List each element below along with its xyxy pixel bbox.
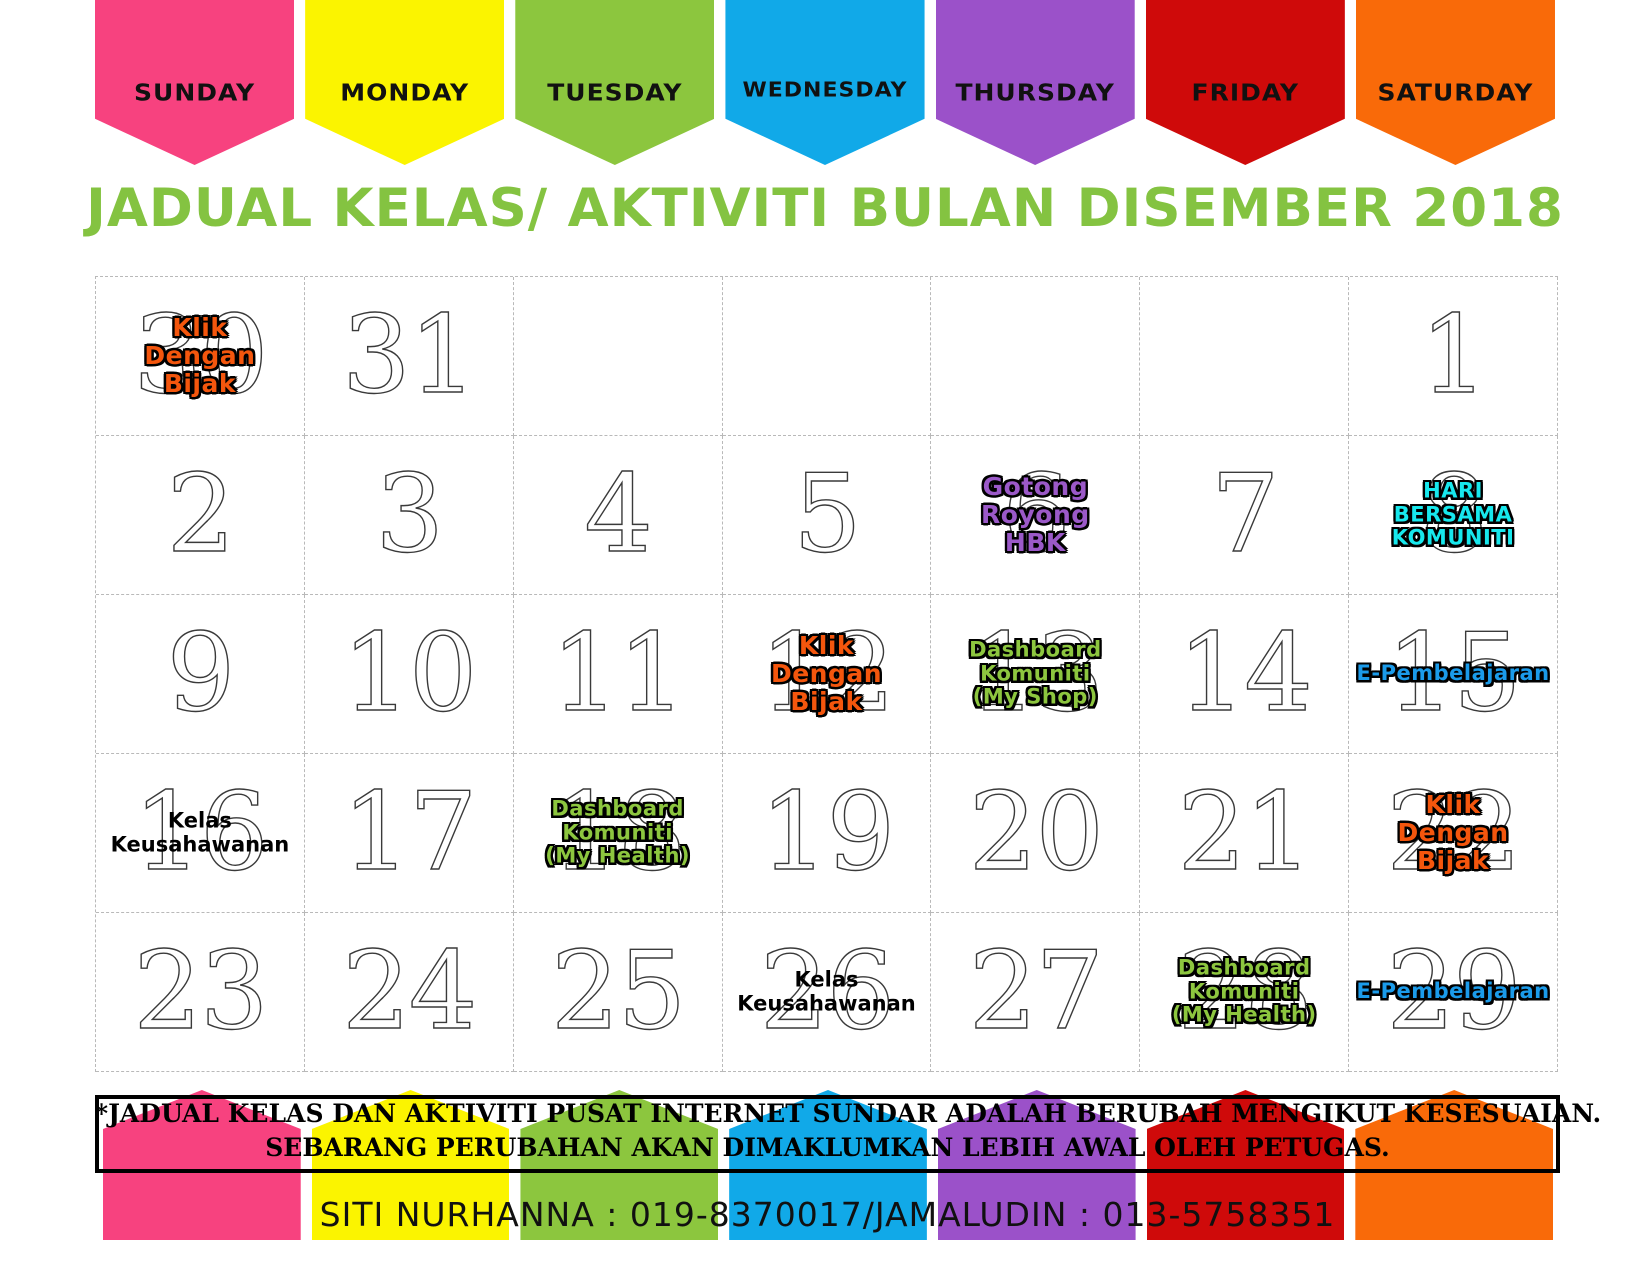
calendar-day-cell[interactable]: 7 bbox=[1140, 436, 1350, 595]
calendar-day-cell[interactable]: 30 Klik Dengan Bijak bbox=[96, 277, 305, 436]
day-number: 16 bbox=[133, 770, 270, 895]
day-number: 9 bbox=[166, 611, 236, 736]
weekday-banner-wednesday: WEDNESDAY bbox=[725, 0, 925, 165]
calendar-day-cell[interactable]: 27 bbox=[931, 913, 1141, 1072]
weekday-label: WEDNESDAY bbox=[742, 79, 908, 102]
day-number: 25 bbox=[550, 929, 687, 1054]
calendar-day-cell[interactable]: 11 bbox=[513, 595, 723, 754]
day-number: 19 bbox=[759, 770, 896, 895]
calendar-day-cell[interactable]: 9 bbox=[96, 595, 305, 754]
calendar-day-cell[interactable]: 26 Kelas Keusahawanan bbox=[722, 913, 932, 1072]
weekday-banner-friday: FRIDAY bbox=[1145, 0, 1345, 165]
day-number: 12 bbox=[759, 611, 896, 736]
calendar-day-cell[interactable]: 1 bbox=[1349, 277, 1558, 436]
calendar-day-cell[interactable]: 6 Gotong Royong HBK bbox=[931, 436, 1141, 595]
day-number: 4 bbox=[584, 452, 654, 577]
calendar-day-cell[interactable]: 28 Dashboard Komuniti (My Health) bbox=[1140, 913, 1350, 1072]
day-number: 6 bbox=[1001, 452, 1071, 577]
footer-note-line-1: *JADUAL KELAS DAN AKTIVITI PUSAT INTERNE… bbox=[95, 1099, 1602, 1128]
day-number: 5 bbox=[792, 452, 862, 577]
day-number: 10 bbox=[341, 611, 478, 736]
footer-note-line-2: SEBARANG PERUBAHAN AKAN DIMAKLUMKAN LEBI… bbox=[265, 1133, 1390, 1162]
weekday-banner-thursday: THURSDAY bbox=[935, 0, 1135, 165]
day-number: 24 bbox=[341, 929, 478, 1054]
weekday-banner-sunday: SUNDAY bbox=[95, 0, 295, 165]
calendar-day-cell[interactable]: 29 E-Pembelajaran bbox=[1349, 913, 1558, 1072]
calendar-day-cell[interactable]: 22 Klik Dengan Bijak bbox=[1349, 754, 1558, 913]
day-number: 23 bbox=[133, 929, 270, 1054]
day-number: 7 bbox=[1210, 452, 1280, 577]
calendar-empty-cell[interactable] bbox=[931, 277, 1141, 436]
weekday-label: FRIDAY bbox=[1191, 79, 1299, 106]
calendar-day-cell[interactable]: 3 bbox=[304, 436, 514, 595]
weekday-banner-monday: MONDAY bbox=[305, 0, 505, 165]
day-number: 17 bbox=[341, 770, 478, 895]
calendar-day-cell[interactable]: 20 bbox=[931, 754, 1141, 913]
day-number: 22 bbox=[1386, 770, 1523, 895]
weekday-banner-tuesday: TUESDAY bbox=[515, 0, 715, 165]
calendar-empty-cell[interactable] bbox=[1140, 277, 1350, 436]
day-number: 29 bbox=[1386, 929, 1523, 1054]
calendar-day-cell[interactable]: 19 bbox=[722, 754, 932, 913]
day-number: 2 bbox=[166, 452, 236, 577]
day-number: 21 bbox=[1177, 770, 1314, 895]
day-number: 11 bbox=[550, 611, 687, 736]
calendar-day-cell[interactable]: 15 E-Pembelajaran bbox=[1349, 595, 1558, 754]
calendar-day-cell[interactable]: 17 bbox=[304, 754, 514, 913]
day-number: 1 bbox=[1419, 293, 1489, 418]
day-number: 3 bbox=[375, 452, 445, 577]
day-number: 31 bbox=[341, 293, 478, 418]
day-number: 20 bbox=[968, 770, 1105, 895]
calendar-day-cell[interactable]: 5 bbox=[722, 436, 932, 595]
weekday-banner-strip: SUNDAY MONDAY TUESDAY WEDNESDAY THURSDAY FRID… bbox=[95, 0, 1555, 165]
weekday-label: SATURDAY bbox=[1377, 79, 1534, 106]
day-number: 18 bbox=[550, 770, 687, 895]
day-number: 28 bbox=[1177, 929, 1314, 1054]
calendar-day-cell[interactable]: 13 Dashboard Komuniti (My Shop) bbox=[931, 595, 1141, 754]
weekday-label: SUNDAY bbox=[134, 79, 256, 106]
calendar-day-cell[interactable]: 14 bbox=[1140, 595, 1350, 754]
calendar-day-cell[interactable]: 10 bbox=[304, 595, 514, 754]
footer-contact: SITI NURHANNA : 019-8370017/JAMALUDIN : … bbox=[319, 1195, 1336, 1234]
calendar-day-cell[interactable]: 25 bbox=[513, 913, 723, 1072]
day-number: 15 bbox=[1386, 611, 1523, 736]
weekday-label: THURSDAY bbox=[955, 79, 1115, 106]
calendar-day-cell[interactable]: 18 Dashboard Komuniti (My Health) bbox=[513, 754, 723, 913]
calendar-empty-cell[interactable] bbox=[513, 277, 723, 436]
day-number: 13 bbox=[968, 611, 1105, 736]
calendar-day-cell[interactable]: 12 Klik Dengan Bijak bbox=[722, 595, 932, 754]
day-number: 26 bbox=[759, 929, 896, 1054]
weekday-label: TUESDAY bbox=[547, 79, 683, 106]
calendar-day-cell[interactable]: 2 bbox=[96, 436, 305, 595]
calendar-day-cell[interactable]: 21 bbox=[1140, 754, 1350, 913]
calendar-day-cell[interactable]: 24 bbox=[304, 913, 514, 1072]
day-number: 30 bbox=[133, 293, 270, 418]
calendar-day-cell[interactable]: 4 bbox=[513, 436, 723, 595]
weekday-banner-saturday: SATURDAY bbox=[1355, 0, 1555, 165]
calendar-day-cell[interactable]: 31 bbox=[304, 277, 514, 436]
footer: *JADUAL KELAS DAN AKTIVITI PUSAT INTERNE… bbox=[95, 1090, 1602, 1275]
calendar-day-cell[interactable]: 8 HARI BERSAMA KOMUNITI bbox=[1349, 436, 1558, 595]
day-number: 27 bbox=[968, 929, 1105, 1054]
calendar-day-cell[interactable]: 16 Kelas Keusahawanan bbox=[96, 754, 305, 913]
day-number: 14 bbox=[1177, 611, 1314, 736]
calendar-grid: 30 Klik Dengan Bijak 31 1 2 3 4 5 6 Gotong Royong HBK… bbox=[95, 276, 1558, 1072]
calendar-title: JADUAL KELAS/ AKTIVITI BULAN DISEMBER 20… bbox=[86, 178, 1564, 239]
day-number: 8 bbox=[1419, 452, 1489, 577]
calendar-empty-cell[interactable] bbox=[722, 277, 932, 436]
weekday-label: MONDAY bbox=[340, 79, 470, 106]
calendar-day-cell[interactable]: 23 bbox=[96, 913, 305, 1072]
